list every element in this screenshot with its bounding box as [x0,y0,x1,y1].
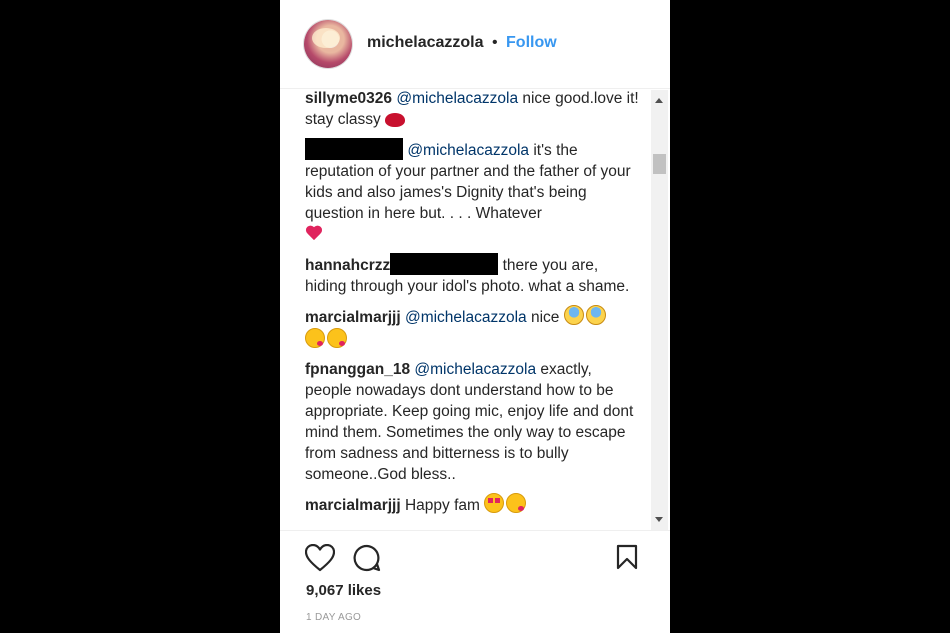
comment-item: marcialmarjjj Happy fam [305,493,642,516]
post-card: michelacazzola • Follow sillyme0326 @mic… [280,0,670,633]
comment-username[interactable]: fpnanggan_18 [305,361,410,378]
redacted-username [305,138,403,160]
post-timestamp: 1 DAY AGO [306,612,362,623]
comment-item: sillyme0326 @michelacazzola nice good.lo… [305,88,642,130]
divider [280,530,670,531]
sweat-face-icon [563,305,584,325]
scroll-down-arrow-icon[interactable] [655,517,663,522]
comment-item: @michelacazzola it's the reputation of y… [305,138,642,245]
comments-list[interactable]: sillyme0326 @michelacazzola nice good.lo… [305,88,642,530]
heart-eyes-face-icon [484,493,505,513]
comment-mention[interactable]: @michelacazzola [407,142,529,159]
two-hearts-icon [305,226,323,242]
comment-text: exactly, people nowadays dont understand… [305,361,634,483]
avatar[interactable] [304,20,352,68]
comment-username[interactable]: marcialmarjjj [305,309,401,326]
bookmark-icon[interactable] [616,544,638,570]
kiss-face-icon [305,328,325,348]
scroll-thumb[interactable] [653,154,666,174]
comment-mention[interactable]: @michelacazzola [414,361,536,378]
comment-item: hannahcrzz there you are, hiding through… [305,253,642,297]
post-header: michelacazzola • Follow [280,0,670,89]
kiss-face-icon [327,328,347,348]
comment-username[interactable]: marcialmarjjj [305,497,401,514]
comment-icon[interactable] [353,544,381,572]
follow-button[interactable]: Follow [506,34,557,51]
header-line: michelacazzola • Follow [367,34,557,52]
comment-item: marcialmarjjj @michelacazzola nice [305,305,642,351]
kiss-face-icon [506,493,527,513]
heart-icon[interactable] [305,544,335,572]
likes-count[interactable]: 9,067 likes [306,582,381,599]
comments-scrollbar[interactable] [651,90,668,530]
comment-username[interactable]: sillyme0326 [305,90,392,107]
comment-text: nice [526,309,560,326]
redacted-mention [390,253,499,275]
scroll-up-arrow-icon[interactable] [655,98,663,103]
comment-username[interactable]: hannahcrzz [305,257,390,274]
comment-mention[interactable]: @michelacazzola [396,90,518,107]
sweat-face-icon [585,305,606,325]
comment-mention[interactable]: @michelacazzola [405,309,527,326]
kiss-lips-icon [385,113,406,127]
separator-dot: • [491,34,498,51]
comment-item: fpnanggan_18 @michelacazzola exactly, pe… [305,359,642,485]
post-username[interactable]: michelacazzola [367,34,484,51]
comment-text: Happy fam [404,497,480,514]
